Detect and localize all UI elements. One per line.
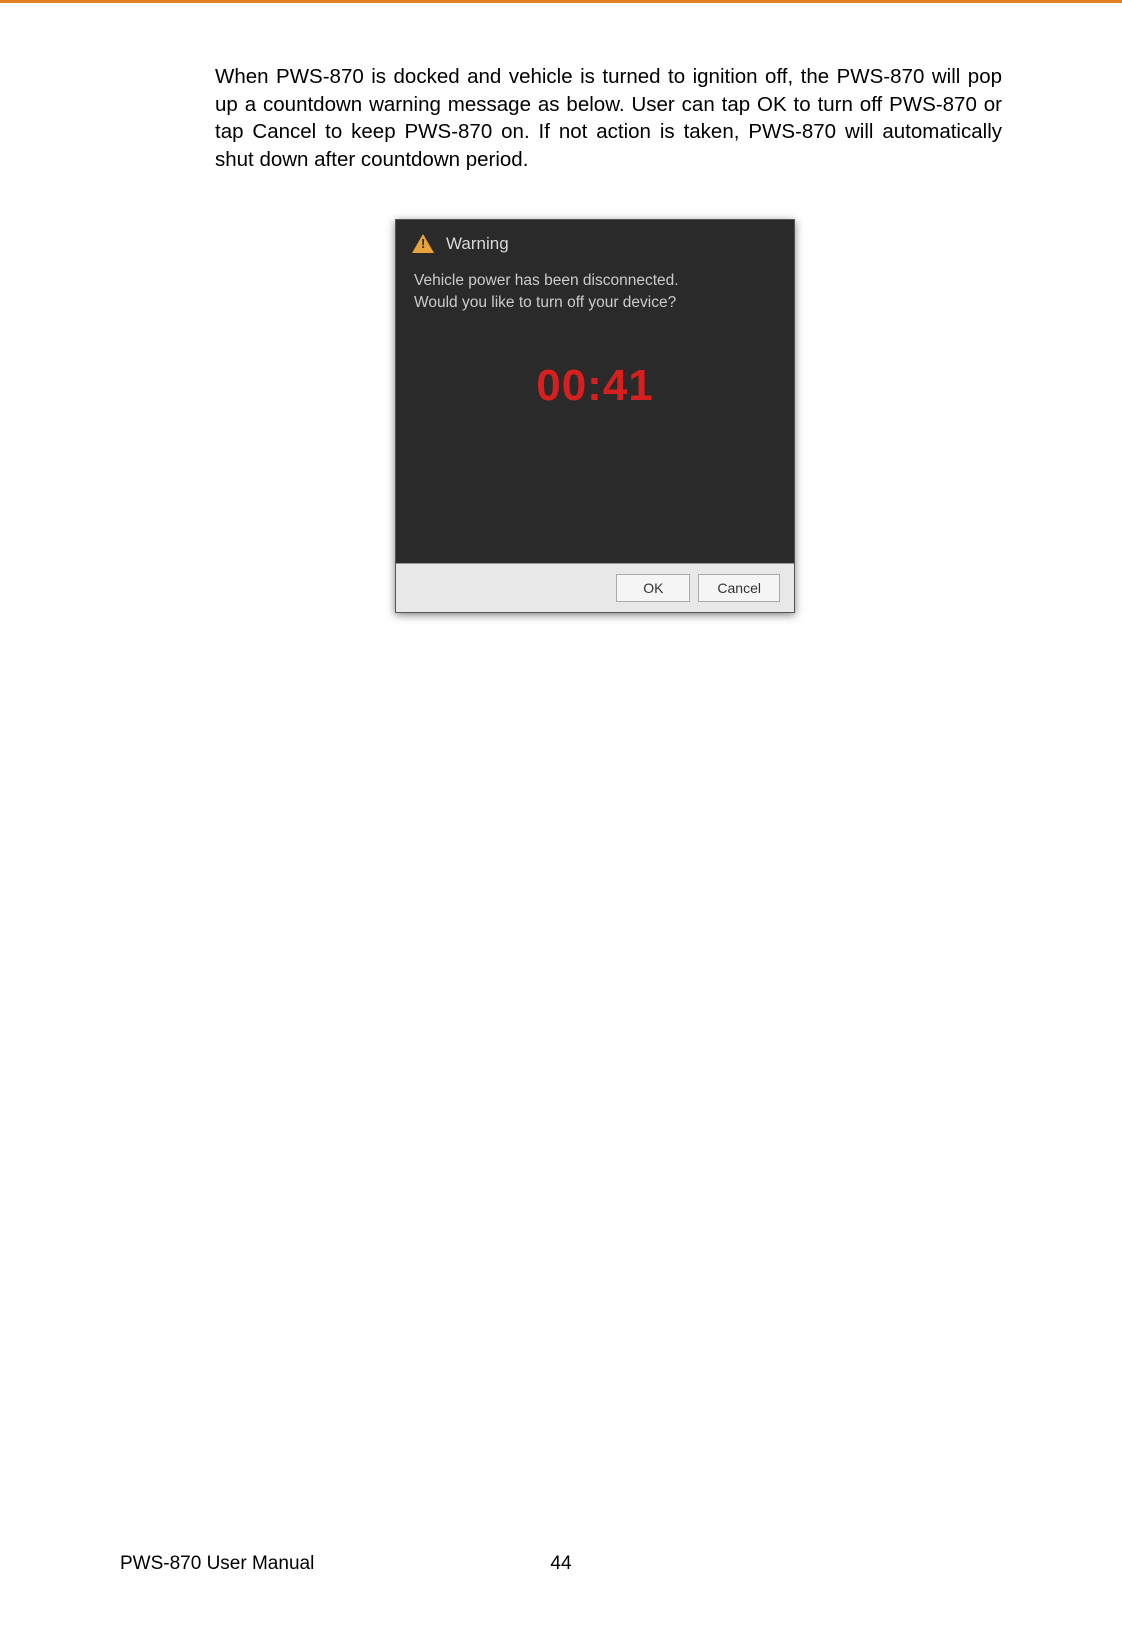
dialog-header: Warning xyxy=(396,220,794,264)
dialog-footer: OK Cancel xyxy=(396,563,794,612)
dialog-message: Vehicle power has been disconnected. Wou… xyxy=(396,264,794,323)
dialog-message-line-1: Vehicle power has been disconnected. xyxy=(414,270,776,292)
countdown-timer: 00:41 xyxy=(536,361,654,411)
dialog-message-line-2: Would you like to turn off your device? xyxy=(414,292,776,314)
dialog-figure: Warning Vehicle power has been disconnec… xyxy=(395,219,795,613)
warning-dialog: Warning Vehicle power has been disconnec… xyxy=(395,219,795,613)
body-paragraph: When PWS-870 is docked and vehicle is tu… xyxy=(215,63,1002,174)
countdown-area: 00:41 xyxy=(396,323,794,563)
cancel-button[interactable]: Cancel xyxy=(698,574,780,602)
footer-manual-title: PWS-870 User Manual xyxy=(120,1553,314,1575)
warning-icon xyxy=(412,234,434,253)
ok-button[interactable]: OK xyxy=(616,574,690,602)
content-area: When PWS-870 is docked and vehicle is tu… xyxy=(0,3,1122,613)
page-footer: PWS-870 User Manual 44 xyxy=(120,1553,1002,1575)
footer-page-number: 44 xyxy=(550,1553,571,1575)
dialog-title: Warning xyxy=(446,234,509,254)
